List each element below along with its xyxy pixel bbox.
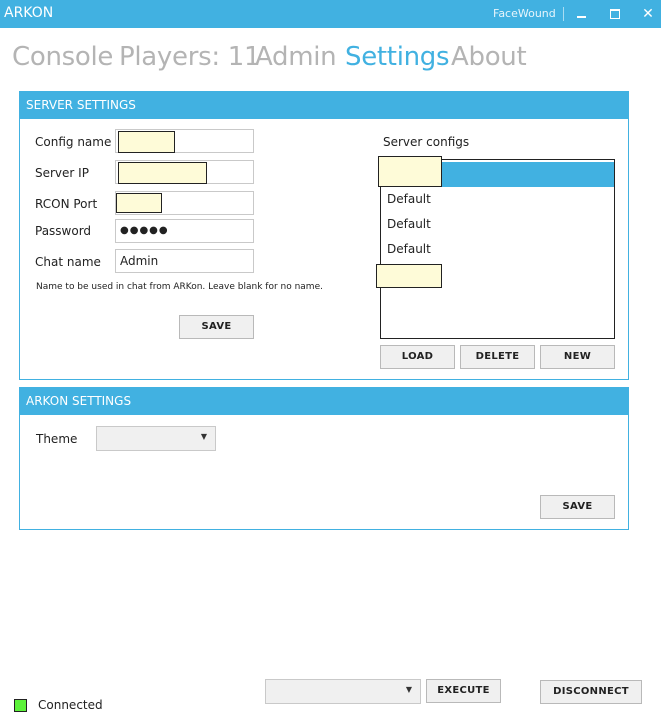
server-settings-header: SERVER SETTINGS <box>20 92 628 119</box>
arkon-settings-header: ARKON SETTINGS <box>20 388 628 415</box>
minimize-icon <box>577 16 586 18</box>
chat-name-label: Chat name <box>35 255 101 269</box>
maximize-icon <box>610 9 620 19</box>
close-icon: ✕ <box>642 6 654 22</box>
new-config-button[interactable]: NEW <box>540 345 615 369</box>
chevron-down-icon: ▼ <box>200 432 207 441</box>
connection-status-indicator <box>14 699 27 712</box>
password-label: Password <box>35 224 92 238</box>
redacted-value <box>116 193 162 213</box>
server-configs-label: Server configs <box>383 135 470 149</box>
minimize-button[interactable] <box>570 2 594 26</box>
connection-status-text: Connected <box>38 698 103 712</box>
rcon-port-field[interactable] <box>115 191 254 215</box>
redacted-value <box>118 131 175 153</box>
chat-name-field[interactable]: Admin <box>115 249 254 273</box>
tab-players[interactable]: Players: 11 <box>119 42 261 72</box>
rcon-port-label: RCON Port <box>35 197 98 211</box>
redacted-value <box>118 162 207 184</box>
tab-console[interactable]: Console <box>12 42 113 72</box>
config-list-item[interactable]: Default <box>381 212 614 237</box>
maximize-button[interactable] <box>603 2 627 26</box>
command-dropdown[interactable]: ▼ <box>265 679 421 704</box>
chevron-down-icon: ▼ <box>405 685 412 694</box>
disconnect-button[interactable]: DISCONNECT <box>540 680 642 704</box>
tab-settings[interactable]: Settings <box>345 42 450 72</box>
tab-about[interactable]: About <box>451 42 527 72</box>
arkon-settings-panel: ARKON SETTINGS Theme ▼ SAVE <box>19 387 629 530</box>
theme-dropdown[interactable]: ▼ <box>96 426 216 451</box>
config-list-item[interactable]: Default <box>381 187 614 212</box>
close-button[interactable]: ✕ <box>636 2 660 26</box>
redacted-config <box>378 156 442 187</box>
save-arkon-button[interactable]: SAVE <box>540 495 615 519</box>
execute-button[interactable]: EXECUTE <box>426 679 501 703</box>
config-name-field[interactable] <box>115 129 254 153</box>
password-field[interactable]: ●●●●● <box>115 219 254 243</box>
tab-admin[interactable]: Admin <box>255 42 337 72</box>
config-list-item[interactable]: Default <box>381 237 614 262</box>
save-server-button[interactable]: SAVE <box>179 315 254 339</box>
server-settings-panel: SERVER SETTINGS Config name Server IP RC… <box>19 91 629 380</box>
app-title: ARKON <box>4 5 54 21</box>
load-config-button[interactable]: LOAD <box>380 345 455 369</box>
delete-config-button[interactable]: DELETE <box>460 345 535 369</box>
theme-label: Theme <box>36 432 78 446</box>
chat-name-hint: Name to be used in chat from ARKon. Leav… <box>36 282 323 292</box>
user-name: FaceWound <box>493 7 556 20</box>
config-name-label: Config name <box>35 135 112 149</box>
server-ip-label: Server IP <box>35 166 89 180</box>
title-bar: ARKON FaceWound ✕ <box>0 0 661 28</box>
server-ip-field[interactable] <box>115 160 254 184</box>
redacted-config <box>376 264 442 288</box>
titlebar-divider <box>563 7 564 21</box>
